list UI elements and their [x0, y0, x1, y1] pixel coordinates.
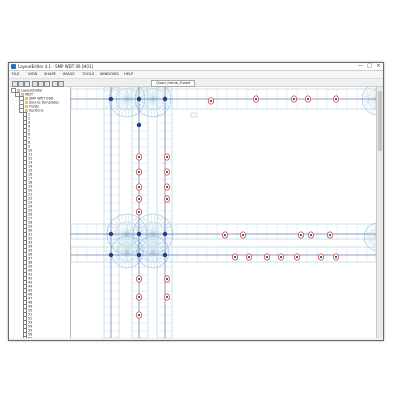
electrode-core: [166, 156, 168, 158]
electrode-core: [335, 98, 337, 100]
electrode-core: [266, 256, 268, 258]
save-icon[interactable]: [24, 80, 30, 87]
scrollbar-thumb[interactable]: [378, 91, 382, 151]
fanout-trace: [366, 228, 376, 236]
electrode-core: [138, 186, 140, 188]
electrode-core: [335, 256, 337, 258]
junction-node: [136, 252, 142, 258]
app-logo-icon: [11, 64, 16, 69]
menu-shape[interactable]: SHAPE: [44, 71, 56, 78]
electrode-core: [320, 256, 322, 258]
electrode-core: [300, 234, 302, 236]
electrode-core: [138, 314, 140, 316]
fanout-trace: [366, 238, 376, 246]
junction-node: [136, 96, 142, 102]
junction-node: [136, 231, 142, 237]
menu-view[interactable]: VIEW: [28, 71, 37, 78]
tab-document[interactable]: Quad_frame_Fused: [151, 80, 196, 87]
menu-image[interactable]: IMAGE: [63, 71, 75, 78]
fanout-trace: [139, 219, 154, 235]
electrode-core: [166, 186, 168, 188]
junction-node: [108, 252, 114, 258]
electrode-core: [166, 198, 168, 200]
electrode-core: [224, 234, 226, 236]
app-window: LayoutEditor 4.1 - SMP WDT 06 [H01] — □ …: [8, 62, 384, 341]
cell-icon: [23, 336, 27, 338]
title-bar: LayoutEditor 4.1 - SMP WDT 06 [H01] — □ …: [9, 63, 383, 71]
electrode-core: [138, 198, 140, 200]
tree-item-label: Sections: [29, 108, 44, 113]
channel-band: [156, 87, 173, 338]
electrode-core: [138, 156, 140, 158]
tree-item[interactable]: 57: [23, 336, 32, 338]
electrode-core: [280, 256, 282, 258]
electrode-core: [242, 234, 244, 236]
electrode-core: [310, 234, 312, 236]
window-title: LayoutEditor 4.1 - SMP WDT 06 [H01]: [18, 64, 94, 69]
junction-node: [108, 96, 114, 102]
electrode-core: [234, 256, 236, 258]
electrode-core: [293, 98, 295, 100]
toolbar: Quad_frame_Fused: [9, 79, 383, 87]
electrode-core: [166, 171, 168, 173]
tree-item-label: 57: [28, 336, 32, 338]
electrode-core: [166, 296, 168, 298]
layout-canvas[interactable]: [71, 87, 376, 338]
minimize-button[interactable]: —: [356, 63, 365, 70]
menu-bar: FILE VIEW SHAPE IMAGE TOOLS WINDOWS HELP: [9, 71, 383, 79]
vertical-scrollbar[interactable]: [376, 87, 383, 338]
electrode-core: [138, 171, 140, 173]
electrode-core: [329, 234, 331, 236]
electrode-core: [166, 278, 168, 280]
via-pad: [190, 112, 198, 118]
paste-icon[interactable]: [44, 80, 50, 87]
fanout-trace: [152, 219, 167, 235]
fanout-trace: [113, 219, 128, 235]
menu-help[interactable]: HELP: [124, 71, 133, 78]
menu-file[interactable]: FILE: [12, 71, 19, 78]
close-button[interactable]: ×: [374, 63, 383, 70]
junction-node: [136, 122, 142, 128]
electrode-core: [255, 98, 257, 100]
menu-windows[interactable]: WINDOWS: [100, 71, 119, 78]
project-tree[interactable]: LayoutEditor WDT SMP WDT 06D Source Templat…: [9, 87, 71, 338]
menu-tools[interactable]: TOOLS: [82, 71, 94, 78]
electrode-core: [210, 100, 212, 102]
junction-node: [162, 252, 168, 258]
electrode-core: [138, 278, 140, 280]
fanout-trace: [126, 219, 141, 235]
layout-drawing[interactable]: [71, 87, 376, 338]
junction-node: [162, 231, 168, 237]
electrode-core: [307, 98, 309, 100]
fanout-trace: [152, 233, 172, 243]
maximize-button[interactable]: □: [365, 63, 374, 70]
electrode-core: [138, 296, 140, 298]
channel-band: [71, 246, 376, 263]
electrode-core: [248, 256, 250, 258]
zoom-out-icon[interactable]: [58, 80, 64, 87]
electrode-core: [296, 256, 298, 258]
electrode-core: [138, 211, 140, 213]
channel-band: [103, 87, 120, 338]
fanout-trace: [126, 233, 146, 243]
junction-node: [162, 96, 168, 102]
junction-node: [108, 231, 114, 237]
